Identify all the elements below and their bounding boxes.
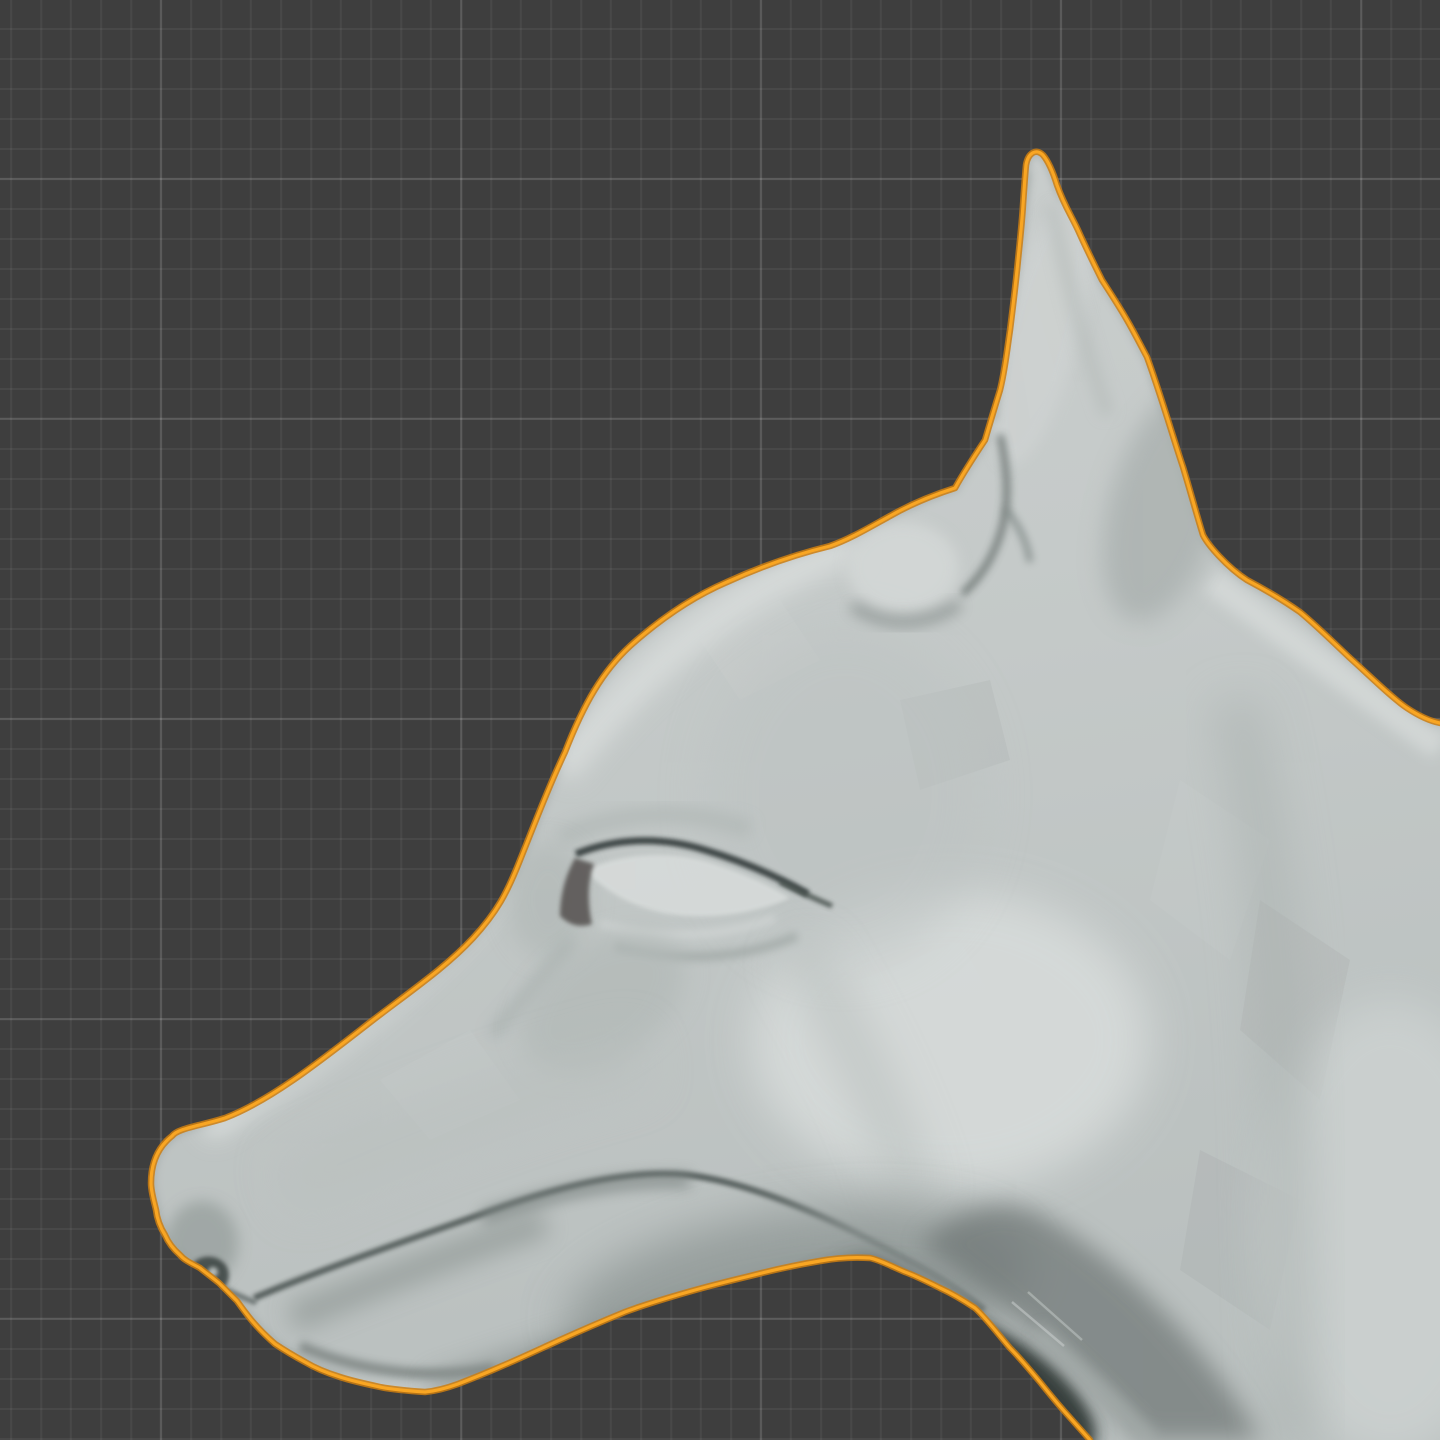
- sculpt-surface: [151, 151, 1440, 1440]
- sculpt-viewport[interactable]: [0, 0, 1440, 1440]
- tragus-bump: [847, 522, 959, 614]
- dog-head-model[interactable]: [0, 0, 1440, 1440]
